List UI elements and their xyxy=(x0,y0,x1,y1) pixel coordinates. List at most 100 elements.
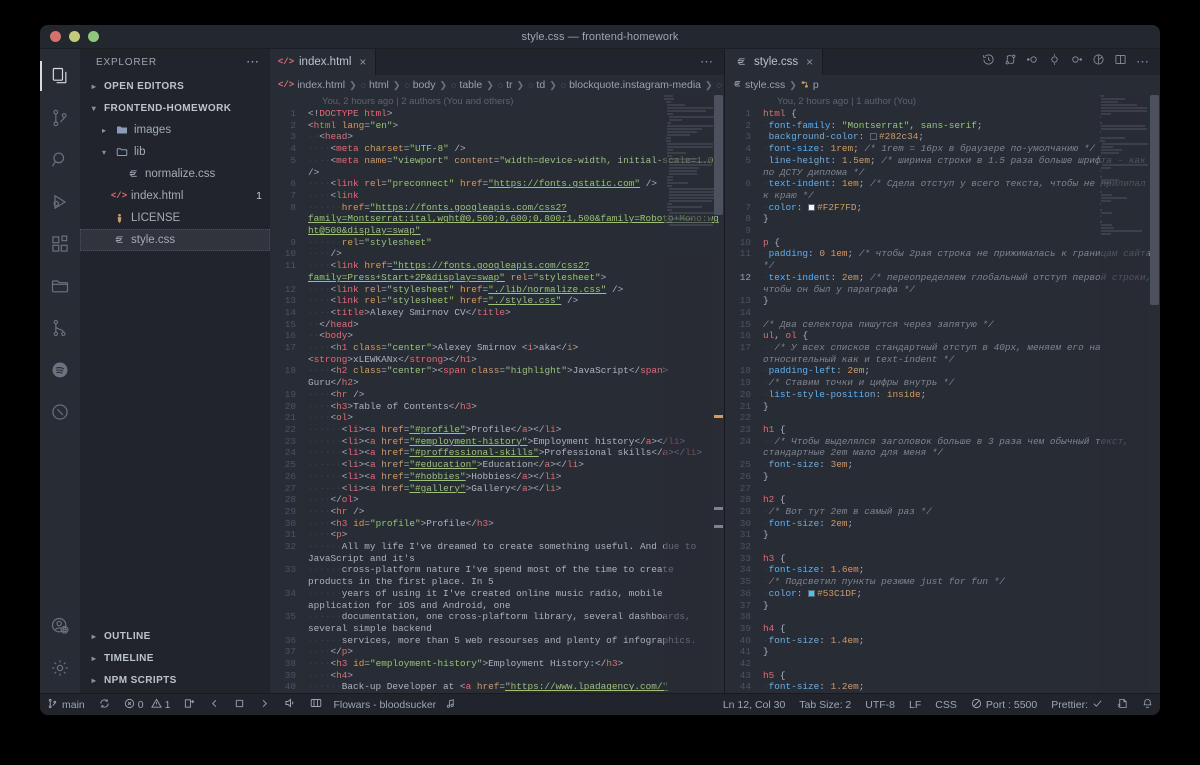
code-line[interactable]: 38 xyxy=(725,611,1160,623)
activity-spotify[interactable] xyxy=(40,349,80,391)
code-line[interactable]: 29 ····<hr /> xyxy=(270,506,724,518)
code-line[interactable]: 12 ····<link rel="stylesheet" href="./lib… xyxy=(270,284,724,296)
code-line[interactable]: 8 ······href="https://fonts.googleapis.co… xyxy=(270,202,724,237)
tree-item-lib[interactable]: ▾ lib xyxy=(80,141,270,163)
breadcrumb-item-html[interactable]: ◌ html xyxy=(361,79,389,91)
code-line[interactable]: 11 ····<link href="https://fonts.googleap… xyxy=(270,260,724,283)
code-line[interactable]: 22 xyxy=(725,412,1160,424)
code-line[interactable]: 40 ······Back-up Developer at <a href="ht… xyxy=(270,681,724,693)
code-line[interactable]: 44 ·font-size: 1.2em; xyxy=(725,681,1160,693)
code-line[interactable]: 14 xyxy=(725,307,1160,319)
more-actions-button[interactable]: ⋯ xyxy=(700,54,714,70)
code-line[interactable]: 18 ····<h2 class="center"><span class="hi… xyxy=(270,365,724,388)
tree-item-normalize-css[interactable]: normalize.css xyxy=(80,163,270,185)
tab-style-css[interactable]: style.css × xyxy=(725,49,824,75)
status-ports[interactable] xyxy=(177,694,202,716)
status-now-playing-card[interactable] xyxy=(303,694,329,716)
breadcrumb-item-rule[interactable]: p xyxy=(801,79,819,91)
breadcrumb-item-blockquote[interactable]: ◌ blockquote.instagram-media xyxy=(561,79,701,91)
code-line[interactable]: 32 xyxy=(725,541,1160,553)
status-prettier[interactable]: Prettier: xyxy=(1044,694,1110,716)
activity-explorer[interactable] xyxy=(40,55,80,97)
code-line[interactable]: 10 ····/> xyxy=(270,248,724,260)
code-line[interactable]: 20 ····<h3>Table of Contents</h3> xyxy=(270,401,724,413)
more-actions-button[interactable]: ⋯ xyxy=(1136,54,1150,70)
status-cursor-position[interactable]: Ln 12, Col 30 xyxy=(716,694,792,716)
code-line[interactable]: 26 ······<li><a href="#hobbies">Hobbies</… xyxy=(270,471,724,483)
code-line[interactable]: 24 ······<li><a href="#proffessional-skil… xyxy=(270,447,724,459)
code-line[interactable]: 36 ······services, more than 5 web resour… xyxy=(270,635,724,647)
status-debug-step-forward[interactable] xyxy=(252,694,277,716)
status-indentation[interactable]: Tab Size: 2 xyxy=(792,694,858,716)
status-eol[interactable]: LF xyxy=(902,694,928,716)
activity-settings[interactable] xyxy=(40,647,80,689)
code-line[interactable]: 25 ·font-size: 3em; xyxy=(725,459,1160,471)
split-editor-icon[interactable] xyxy=(1114,53,1127,71)
breadcrumb-item-file[interactable]: </> index.html xyxy=(278,79,345,91)
code-line[interactable]: 28 ····</ol> xyxy=(270,494,724,506)
activity-remote-explorer[interactable] xyxy=(40,265,80,307)
sidebar-section-npm-scripts[interactable]: ▸ NPM SCRIPTS xyxy=(80,669,270,691)
tree-item-index-html[interactable]: </> index.html 1 xyxy=(80,185,270,207)
code-line[interactable]: 15 /* Два селектора пишутся через запятую… xyxy=(725,319,1160,331)
code-line[interactable]: 10 p { xyxy=(725,237,1160,249)
code-line[interactable]: 33 h3 { xyxy=(725,553,1160,565)
breadcrumb-item-tr[interactable]: ◌ tr xyxy=(498,79,513,91)
status-now-playing[interactable]: Flowars - bloodsucker xyxy=(329,694,443,716)
activity-extensions[interactable] xyxy=(40,223,80,265)
scrollbar-thumb[interactable] xyxy=(1150,95,1159,305)
code-line[interactable]: 23 h1 { xyxy=(725,424,1160,436)
code-line[interactable]: 3 ·background-color: #282c34; xyxy=(725,131,1160,143)
next-change-icon[interactable] xyxy=(1070,53,1083,71)
breadcrumb-item-table[interactable]: ◌ table xyxy=(451,79,482,91)
code-line[interactable]: 31 ····<p> xyxy=(270,529,724,541)
git-compare-icon[interactable] xyxy=(1004,53,1017,71)
code-line[interactable]: 13} xyxy=(725,295,1160,307)
code-line[interactable]: 40 ·font-size: 1.4em; xyxy=(725,635,1160,647)
activity-clock-tracker[interactable] xyxy=(40,391,80,433)
code-line[interactable]: 22 ······<li><a href="#profile">Profile</… xyxy=(270,424,724,436)
status-encoding[interactable]: UTF-8 xyxy=(858,694,902,716)
code-line[interactable]: 2 <html lang="en"> xyxy=(270,120,724,132)
code-line[interactable]: 21 ····<ol> xyxy=(270,412,724,424)
code-line[interactable]: 24 ··/* Чтобы выделялся заголовок больше … xyxy=(725,436,1160,459)
status-language-mode[interactable]: CSS xyxy=(928,694,964,716)
breadcrumb-item-div[interactable]: ◌ div xyxy=(717,79,724,91)
status-problems[interactable]: 0 1 xyxy=(117,694,178,716)
code-line[interactable]: 17 ··/* У всех списков стандартный отступ… xyxy=(725,342,1160,365)
code-line[interactable]: 18 ·padding-left: 2em; xyxy=(725,365,1160,377)
code-line[interactable]: 14 ····<title>Alexey Smirnov CV</title> xyxy=(270,307,724,319)
code-line[interactable]: 4 ····<meta charset="UTF-8" /> xyxy=(270,143,724,155)
code-line[interactable]: 35 ·/* Подсветил пункты резюме just for f… xyxy=(725,576,1160,588)
sidebar-section-open-editors[interactable]: ▸ OPEN EDITORS xyxy=(80,75,270,97)
code-line[interactable]: 12 ·text-indent: 2em; /* переопределяем г… xyxy=(725,272,1160,295)
code-line[interactable]: 31} xyxy=(725,529,1160,541)
code-line[interactable]: 20 ·list-style-position: inside; xyxy=(725,389,1160,401)
tree-item-images[interactable]: ▸ images xyxy=(80,119,270,141)
tree-item-license[interactable]: LICENSE xyxy=(80,207,270,229)
code-line[interactable]: 41} xyxy=(725,646,1160,658)
code-line[interactable]: 38 ····<h3 id="employment-history">Employ… xyxy=(270,658,724,670)
code-line[interactable]: 30 ·font-size: 2em; xyxy=(725,518,1160,530)
code-line[interactable]: 9 ······rel="stylesheet" xyxy=(270,237,724,249)
code-line[interactable]: 3 ··<head> xyxy=(270,131,724,143)
code-line[interactable]: 16 ··<body> xyxy=(270,330,724,342)
code-line[interactable]: 39 ····<h4> xyxy=(270,670,724,682)
code-line[interactable]: 7 ····<link xyxy=(270,190,724,202)
vertical-scrollbar-right[interactable] xyxy=(1148,95,1160,693)
history-icon[interactable] xyxy=(982,53,995,71)
breadcrumb-item-file[interactable]: style.css xyxy=(733,79,785,91)
code-line[interactable]: 32 ······All my life I've dreamed to crea… xyxy=(270,541,724,564)
code-line[interactable]: 13 ····<link rel="stylesheet" href="./sty… xyxy=(270,295,724,307)
sidebar-section-outline[interactable]: ▸ OUTLINE xyxy=(80,625,270,647)
code-line[interactable]: 6 ····<link rel="preconnect" href="https:… xyxy=(270,178,724,190)
breadcrumb-item-body[interactable]: ◌ body xyxy=(404,79,435,91)
code-line[interactable]: 4 ·font-size: 1rem; /* 1rem = 16px в брау… xyxy=(725,143,1160,155)
code-line[interactable]: 11 ·padding: 0 1em; /* чтобы 2рая строка … xyxy=(725,248,1160,271)
vertical-scrollbar-left[interactable] xyxy=(712,95,724,693)
activity-accounts[interactable] xyxy=(40,605,80,647)
code-line[interactable]: 5 ·line-height: 1.5em; /* ширина строки в… xyxy=(725,155,1160,178)
tab-index-html[interactable]: </> index.html × xyxy=(270,49,377,75)
code-line[interactable]: 29 ·/* Вот тут 2em в самый раз */ xyxy=(725,506,1160,518)
code-line[interactable]: 2 ·font-family: "Montserrat", sans-serif; xyxy=(725,120,1160,132)
